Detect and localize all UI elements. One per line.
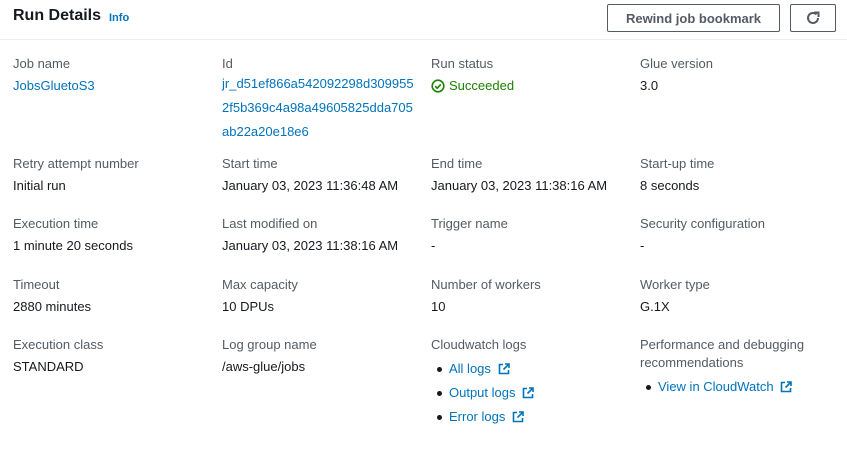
rewind-job-bookmark-button[interactable]: Rewind job bookmark	[607, 4, 780, 32]
log-group-field: Log group name /aws-glue/jobs	[222, 336, 422, 376]
num-workers-label: Number of workers	[431, 277, 541, 292]
list-item: All logs	[431, 357, 631, 381]
num-workers-value: 10	[431, 299, 446, 314]
glue-version-value: 3.0	[640, 78, 659, 93]
external-link-icon	[780, 381, 793, 393]
job-name-field: Job name JobsGluetoS3	[13, 55, 213, 95]
retry-attempt-field: Retry attempt number Initial run	[13, 155, 213, 195]
num-workers-field: Number of workers 10	[431, 276, 631, 316]
end-time-label: End time	[431, 156, 483, 171]
page-title: Run Details	[13, 7, 102, 24]
execution-class-value: STANDARD	[13, 359, 84, 374]
last-modified-value: January 03, 2023 11:38:16 AM	[222, 238, 399, 253]
cloudwatch-logs-list: All logs Output logs Error logs	[431, 357, 631, 429]
list-item: Error logs	[431, 405, 631, 429]
check-circle-icon	[431, 79, 445, 93]
max-capacity-label: Max capacity	[222, 277, 298, 292]
glue-version-label: Glue version	[640, 56, 713, 71]
timeout-value: 2880 minutes	[13, 299, 92, 314]
execution-class-field: Execution class STANDARD	[13, 336, 213, 376]
list-item: View in CloudWatch	[640, 375, 840, 399]
startup-time-value: 8 seconds	[640, 178, 700, 193]
run-status-text: Succeeded	[449, 78, 515, 93]
start-time-field: Start time January 03, 2023 11:36:48 AM	[222, 155, 422, 195]
execution-time-label: Execution time	[13, 216, 99, 231]
execution-time-field: Execution time 1 minute 20 seconds	[13, 215, 213, 255]
trigger-name-value: -	[431, 238, 436, 253]
start-time-value: January 03, 2023 11:36:48 AM	[222, 178, 399, 193]
run-id-link[interactable]: jr_d51ef866a542092298d3099552f5b369c4a98…	[222, 72, 414, 144]
run-status-label: Run status	[431, 56, 494, 71]
run-details-header: Run Details Info Rewind job bookmark	[0, 0, 847, 40]
timeout-field: Timeout 2880 minutes	[13, 276, 213, 316]
execution-class-label: Execution class	[13, 337, 104, 352]
worker-type-field: Worker type G.1X	[640, 276, 840, 316]
security-config-field: Security configuration -	[640, 215, 840, 255]
security-config-value: -	[640, 238, 645, 253]
log-group-label: Log group name	[222, 337, 317, 352]
error-logs-link[interactable]: Error logs	[449, 409, 505, 424]
refresh-button[interactable]	[790, 4, 836, 32]
cloudwatch-logs-label: Cloudwatch logs	[431, 337, 527, 352]
refresh-icon	[807, 11, 820, 24]
external-link-icon	[498, 363, 510, 375]
worker-type-value: G.1X	[640, 299, 670, 314]
trigger-name-field: Trigger name -	[431, 215, 631, 255]
id-field: Id jr_d51ef866a542092298d3099552f5b369c4…	[222, 55, 422, 144]
worker-type-label: Worker type	[640, 277, 710, 292]
id-label: Id	[222, 56, 233, 71]
run-status-value: Succeeded	[431, 77, 631, 95]
all-logs-link[interactable]: All logs	[449, 361, 491, 376]
last-modified-field: Last modified on January 03, 2023 11:38:…	[222, 215, 422, 255]
job-name-label: Job name	[13, 56, 71, 71]
last-modified-label: Last modified on	[222, 216, 318, 231]
security-config-label: Security configuration	[640, 216, 766, 231]
log-group-value: /aws-glue/jobs	[222, 359, 306, 374]
view-in-cloudwatch-link[interactable]: View in CloudWatch	[658, 379, 774, 394]
list-item: Output logs	[431, 381, 631, 405]
max-capacity-field: Max capacity 10 DPUs	[222, 276, 422, 316]
cloudwatch-logs-field: Cloudwatch logs All logs Output logs Err…	[431, 336, 631, 429]
run-status-field: Run status Succeeded	[431, 55, 631, 95]
retry-attempt-label: Retry attempt number	[13, 156, 139, 171]
external-link-icon	[522, 387, 534, 399]
job-name-link[interactable]: JobsGluetoS3	[13, 77, 213, 95]
info-link[interactable]: Info	[109, 12, 129, 24]
end-time-value: January 03, 2023 11:38:16 AM	[431, 178, 608, 193]
startup-time-label: Start-up time	[640, 156, 715, 171]
performance-field: Performance and debugging recommendation…	[640, 336, 840, 399]
performance-links-list: View in CloudWatch	[640, 375, 840, 399]
timeout-label: Timeout	[13, 277, 60, 292]
external-link-icon	[512, 411, 524, 423]
execution-time-value: 1 minute 20 seconds	[13, 238, 133, 253]
startup-time-field: Start-up time 8 seconds	[640, 155, 840, 195]
end-time-field: End time January 03, 2023 11:38:16 AM	[431, 155, 631, 195]
retry-attempt-value: Initial run	[13, 178, 66, 193]
start-time-label: Start time	[222, 156, 278, 171]
glue-version-field: Glue version 3.0	[640, 55, 840, 95]
output-logs-link[interactable]: Output logs	[449, 385, 516, 400]
performance-label: Performance and debugging recommendation…	[640, 337, 805, 370]
trigger-name-label: Trigger name	[431, 216, 508, 231]
max-capacity-value: 10 DPUs	[222, 299, 275, 314]
